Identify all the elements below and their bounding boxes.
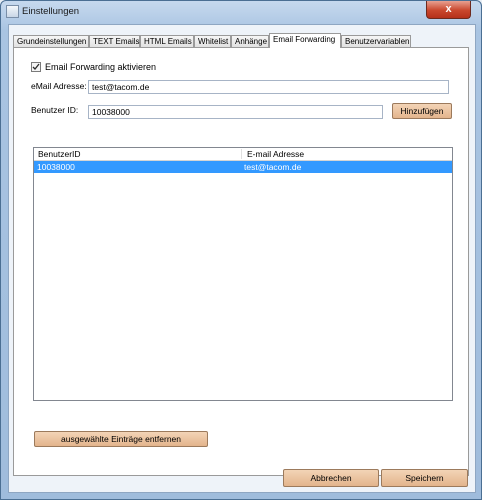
tab-text-emails[interactable]: TEXT Emails	[89, 35, 140, 47]
email-label: eMail Adresse:	[31, 81, 87, 91]
window-title: Einstellungen	[22, 6, 80, 17]
column-header-userid[interactable]: BenutzerID	[38, 149, 81, 159]
column-header-email[interactable]: E-mail Adresse	[247, 149, 304, 159]
email-forwarding-panel: Email Forwarding aktivieren eMail Adress…	[13, 47, 469, 476]
forwarding-enable-row[interactable]: Email Forwarding aktivieren	[31, 62, 156, 72]
forwarding-enable-label: Email Forwarding aktivieren	[45, 62, 157, 72]
save-button[interactable]: Speichern	[381, 469, 468, 487]
window-icon	[6, 5, 19, 18]
close-button[interactable]: x	[426, 1, 471, 19]
list-header: BenutzerID E-mail Adresse	[34, 148, 452, 161]
dialog-body: Grundeinstellungen TEXT Emails HTML Emai…	[8, 24, 476, 493]
tab-email-forwarding[interactable]: Email Forwarding	[269, 33, 341, 48]
add-button[interactable]: Hinzufügen	[392, 103, 452, 119]
forwarding-enable-checkbox[interactable]	[31, 62, 41, 72]
title-bar[interactable]: Einstellungen x	[1, 1, 481, 21]
tab-anhaenge[interactable]: Anhänge	[231, 35, 269, 47]
userid-label: Benutzer ID:	[31, 105, 79, 115]
tab-html-emails[interactable]: HTML Emails	[140, 35, 194, 47]
forwarding-list[interactable]: BenutzerID E-mail Adresse 10038000 test@…	[33, 147, 453, 401]
list-row-selected[interactable]: 10038000 test@tacom.de	[34, 161, 452, 173]
email-input[interactable]: test@tacom.de	[88, 80, 449, 94]
column-separator[interactable]	[241, 149, 242, 159]
tab-whitelist[interactable]: Whitelist	[194, 35, 231, 47]
remove-selected-button[interactable]: ausgewählte Einträge entfernen	[34, 431, 208, 447]
checkmark-icon	[32, 63, 40, 70]
cancel-button[interactable]: Abbrechen	[283, 469, 379, 487]
row-userid: 10038000	[37, 162, 75, 172]
tab-benutzervariablen[interactable]: Benutzervariablen	[341, 35, 411, 47]
userid-input[interactable]: 10038000	[88, 105, 383, 119]
settings-window: Einstellungen x Grundeinstellungen TEXT …	[0, 0, 482, 500]
row-email: test@tacom.de	[244, 162, 302, 172]
tab-grundeinstellungen[interactable]: Grundeinstellungen	[13, 35, 89, 47]
